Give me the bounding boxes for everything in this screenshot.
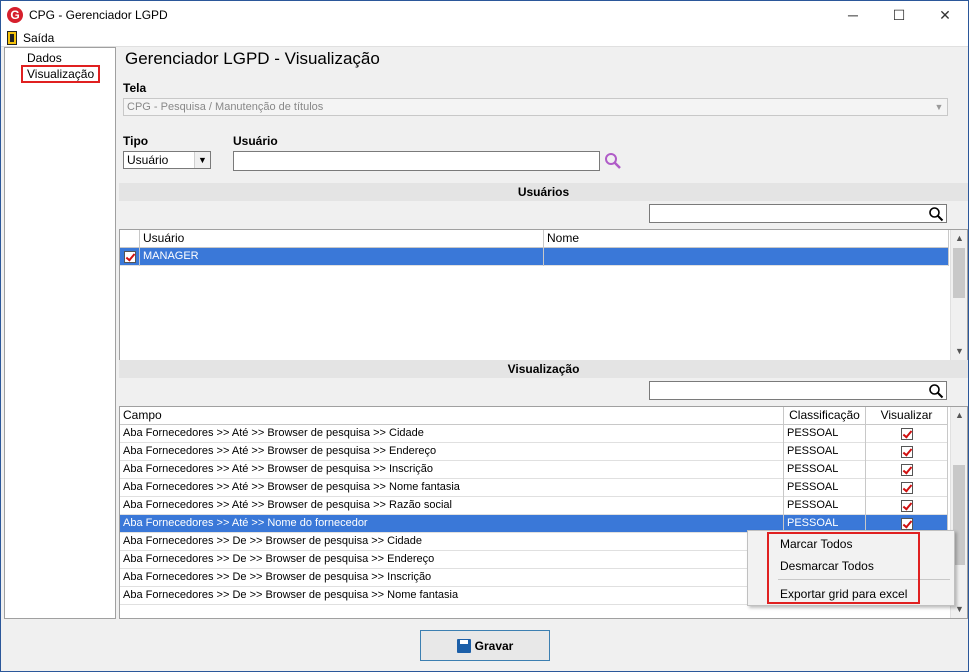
menu-separator: [778, 579, 950, 580]
visualizar-checkbox[interactable]: [900, 500, 913, 512]
menu-item-marcar-todos[interactable]: Marcar Todos: [780, 537, 852, 551]
visualizar-checkbox[interactable]: [900, 464, 913, 476]
app-window: G CPG - Gerenciador LGPD ─ ☐ ✕ Saída Dad…: [0, 0, 969, 672]
menu-bar: Saída: [1, 29, 968, 47]
users-col-nome[interactable]: Nome: [544, 230, 949, 248]
save-button[interactable]: Gravar: [420, 630, 550, 661]
usuario-input[interactable]: [233, 151, 600, 171]
view-cell-classificacao: PESSOAL: [784, 443, 866, 461]
chevron-down-icon[interactable]: ▼: [194, 152, 210, 168]
table-row[interactable]: Aba Fornecedores >> Até >> Browser de pe…: [120, 461, 948, 479]
table-row[interactable]: Aba Fornecedores >> Até >> Browser de pe…: [120, 443, 948, 461]
users-filter-input[interactable]: [649, 204, 947, 223]
page-title: Gerenciador LGPD - Visualização: [125, 49, 380, 68]
tree-item-visualizacao[interactable]: Visualização: [21, 65, 101, 83]
row-checkbox[interactable]: [123, 251, 136, 263]
tipo-label: Tipo: [123, 134, 149, 148]
view-cell-campo: Aba Fornecedores >> De >> Browser de pes…: [120, 551, 784, 569]
view-filter-input[interactable]: [649, 381, 947, 400]
view-cell-campo: Aba Fornecedores >> Até >> Browser de pe…: [120, 425, 784, 443]
view-cell-campo: Aba Fornecedores >> Até >> Browser de pe…: [120, 461, 784, 479]
view-cell-classificacao: PESSOAL: [784, 479, 866, 497]
exit-door-icon: [7, 30, 17, 45]
tela-select[interactable]: CPG - Pesquisa / Manutenção de títulos ▼: [123, 98, 948, 116]
table-row[interactable]: Aba Fornecedores >> Até >> Browser de pe…: [120, 479, 948, 497]
context-menu: Marcar Todos Desmarcar Todos Exportar gr…: [747, 530, 955, 606]
view-grid-header: Campo Classificação Visualizar: [120, 407, 948, 425]
visualizar-checkbox[interactable]: [900, 446, 913, 458]
view-cell-campo: Aba Fornecedores >> De >> Browser de pes…: [120, 569, 784, 587]
tree-item-dados[interactable]: Dados: [27, 51, 62, 65]
scroll-up-icon[interactable]: ▲: [951, 230, 967, 247]
view-cell-visualizar[interactable]: [866, 479, 948, 497]
tipo-select[interactable]: Usuário ▼: [123, 151, 211, 169]
search-icon[interactable]: [928, 206, 944, 222]
close-button[interactable]: ✕: [922, 1, 968, 29]
window-title: CPG - Gerenciador LGPD: [29, 8, 168, 22]
visualizar-checkbox[interactable]: [900, 482, 913, 494]
table-row[interactable]: Aba Fornecedores >> Até >> Browser de pe…: [120, 497, 948, 515]
view-cell-campo: Aba Fornecedores >> De >> Browser de pes…: [120, 587, 784, 605]
users-cell-usuario: MANAGER: [140, 248, 544, 266]
menu-exit[interactable]: Saída: [23, 31, 54, 45]
visualizar-checkbox[interactable]: [900, 518, 913, 530]
users-col-usuario[interactable]: Usuário: [140, 230, 544, 248]
title-bar: G CPG - Gerenciador LGPD ─ ☐ ✕: [1, 1, 968, 29]
view-col-classificacao[interactable]: Classificação: [784, 407, 866, 425]
users-grid-header: Usuário Nome: [120, 230, 949, 248]
save-button-label: Gravar: [474, 638, 514, 653]
view-cell-visualizar[interactable]: [866, 425, 948, 443]
maximize-button[interactable]: ☐: [876, 1, 922, 29]
row-checkbox-cell[interactable]: [120, 248, 140, 266]
view-cell-classificacao: PESSOAL: [784, 461, 866, 479]
window-controls: ─ ☐ ✕: [830, 1, 968, 29]
view-cell-classificacao: PESSOAL: [784, 425, 866, 443]
users-section-header: Usuários: [119, 183, 968, 201]
view-cell-campo: Aba Fornecedores >> Até >> Browser de pe…: [120, 497, 784, 515]
tela-select-value: CPG - Pesquisa / Manutenção de títulos: [127, 101, 324, 113]
view-cell-campo: Aba Fornecedores >> De >> Browser de pes…: [120, 533, 784, 551]
menu-item-exportar-excel[interactable]: Exportar grid para excel: [780, 587, 907, 601]
table-row[interactable]: MANAGER: [120, 248, 949, 266]
navigation-tree: Dados Visualização: [4, 47, 116, 619]
search-icon[interactable]: [928, 383, 944, 399]
scroll-thumb[interactable]: [953, 248, 965, 298]
floppy-disk-icon: [456, 638, 471, 653]
tela-label: Tela: [123, 81, 147, 95]
chevron-down-icon[interactable]: ▼: [931, 99, 947, 115]
view-section-header: Visualização: [119, 360, 968, 378]
tipo-select-value: Usuário: [127, 153, 169, 167]
view-cell-visualizar[interactable]: [866, 443, 948, 461]
table-row[interactable]: Aba Fornecedores >> Até >> Browser de pe…: [120, 425, 948, 443]
view-cell-campo: Aba Fornecedores >> Até >> Nome do forne…: [120, 515, 784, 533]
search-icon[interactable]: [603, 151, 623, 171]
view-col-campo[interactable]: Campo: [120, 407, 784, 425]
scroll-up-icon[interactable]: ▲: [951, 407, 967, 424]
usuario-label: Usuário: [233, 134, 278, 148]
view-cell-visualizar[interactable]: [866, 461, 948, 479]
view-cell-visualizar[interactable]: [866, 497, 948, 515]
visualizar-checkbox[interactable]: [900, 428, 913, 440]
view-cell-classificacao: PESSOAL: [784, 497, 866, 515]
view-cell-campo: Aba Fornecedores >> Até >> Browser de pe…: [120, 443, 784, 461]
scroll-down-icon[interactable]: ▼: [951, 343, 967, 360]
users-cell-nome: [544, 248, 949, 266]
view-col-visualizar[interactable]: Visualizar: [866, 407, 948, 425]
users-grid-check-header: [120, 230, 140, 248]
view-cell-campo: Aba Fornecedores >> Até >> Browser de pe…: [120, 479, 784, 497]
app-logo-icon: G: [7, 7, 23, 23]
menu-item-desmarcar-todos[interactable]: Desmarcar Todos: [780, 559, 874, 573]
minimize-button[interactable]: ─: [830, 1, 876, 29]
users-grid: Usuário Nome MANAGER ▲ ▼: [119, 229, 968, 361]
users-grid-scrollbar[interactable]: ▲ ▼: [950, 230, 967, 360]
